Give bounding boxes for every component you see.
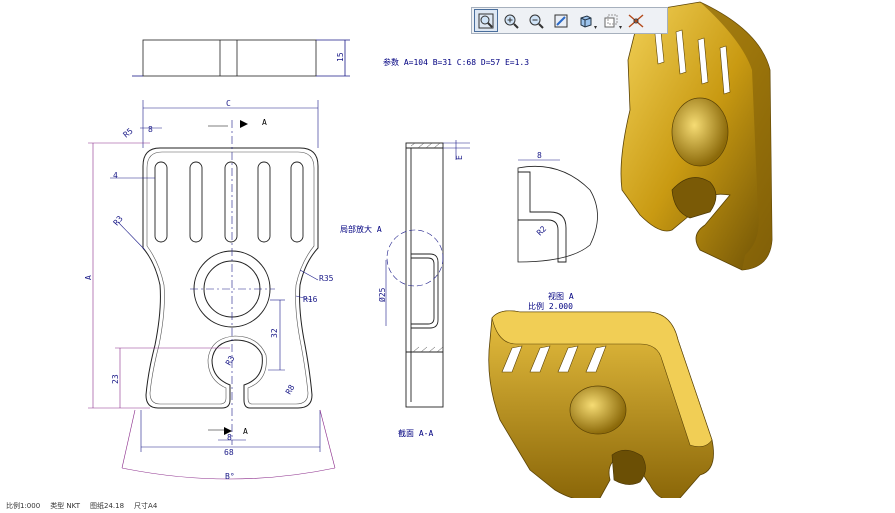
status-size: 尺寸A4 bbox=[134, 501, 158, 510]
front-dimensions bbox=[88, 100, 336, 480]
zoom-fit-icon bbox=[478, 13, 494, 28]
zoom-in-icon bbox=[504, 14, 519, 29]
dim-C: C bbox=[226, 99, 231, 108]
repaint-button[interactable] bbox=[549, 9, 573, 32]
dim-R3: R3 bbox=[112, 214, 125, 227]
dim-B: B° bbox=[225, 472, 235, 481]
view-cube-button[interactable]: ▾ bbox=[574, 9, 598, 32]
section-arrow-top-icon bbox=[240, 120, 248, 128]
dim-diameter-25: Ø25 bbox=[377, 287, 387, 302]
status-scale: 比例1:000 bbox=[6, 501, 41, 510]
dim-R8: R8 bbox=[284, 383, 297, 396]
part-3d-upper bbox=[620, 1, 773, 271]
front-view bbox=[142, 120, 319, 445]
status-bar: 比例1:000 类型 NKT 图纸24.18 尺寸A4 bbox=[0, 498, 895, 513]
dim-23: 23 bbox=[111, 374, 120, 384]
zoom-out-button[interactable] bbox=[524, 9, 548, 32]
view-scale: 比例 2.000 bbox=[528, 301, 573, 311]
section-label-bottom: A bbox=[243, 427, 248, 436]
dim-A: A bbox=[84, 275, 93, 280]
repaint-icon bbox=[554, 14, 568, 27]
detail-dim-8: 8 bbox=[537, 151, 542, 160]
zoom-fit-button[interactable] bbox=[474, 9, 498, 32]
view-toolbar: ▾ ▾ bbox=[471, 7, 668, 34]
zoom-out-icon bbox=[529, 14, 544, 29]
view-title: 视图 A bbox=[548, 291, 574, 301]
dim-32: 32 bbox=[270, 328, 279, 338]
section-view bbox=[385, 140, 470, 408]
datum-display-icon bbox=[628, 13, 644, 28]
datum-display-button[interactable] bbox=[624, 9, 648, 32]
detail-view bbox=[517, 159, 598, 263]
dim-68: 68 bbox=[224, 448, 234, 457]
status-sheet: 图纸24.18 bbox=[89, 501, 125, 510]
detail-dim-R2: R2 bbox=[535, 224, 548, 237]
chevron-down-icon: ▾ bbox=[618, 24, 622, 31]
drawing-canvas[interactable]: 15 参数 A=104 B=31 C:68 D=57 E=1.3 C A 8 R… bbox=[0, 0, 895, 513]
dim-top-15: 15 bbox=[336, 52, 345, 62]
status-type: 类型 NKT bbox=[50, 501, 80, 510]
section-label-top: A bbox=[262, 118, 267, 127]
dim-8-top: 8 bbox=[148, 125, 153, 134]
parameter-note: 参数 A=104 B=31 C:68 D=57 E=1.3 bbox=[383, 57, 529, 67]
dim-R16: R16 bbox=[303, 295, 318, 304]
display-style-button[interactable]: ▾ bbox=[599, 9, 623, 32]
section-title: 截面 A-A bbox=[398, 428, 433, 438]
part-3d-lower bbox=[488, 310, 714, 501]
view-cube-icon bbox=[580, 14, 592, 28]
dim-E: E bbox=[455, 155, 464, 160]
dim-R3-lower: R3 bbox=[224, 354, 237, 367]
dim-R35: R35 bbox=[319, 274, 334, 283]
detail-callout-label: 局部放大 A bbox=[340, 224, 382, 234]
dim-8-bottom: 8 bbox=[227, 433, 232, 442]
top-view bbox=[132, 39, 350, 77]
dim-R5: R5 bbox=[122, 126, 135, 139]
zoom-in-button[interactable] bbox=[499, 9, 523, 32]
chevron-down-icon: ▾ bbox=[593, 24, 597, 31]
display-style-icon bbox=[604, 14, 618, 27]
dim-4: 4 bbox=[113, 171, 118, 180]
